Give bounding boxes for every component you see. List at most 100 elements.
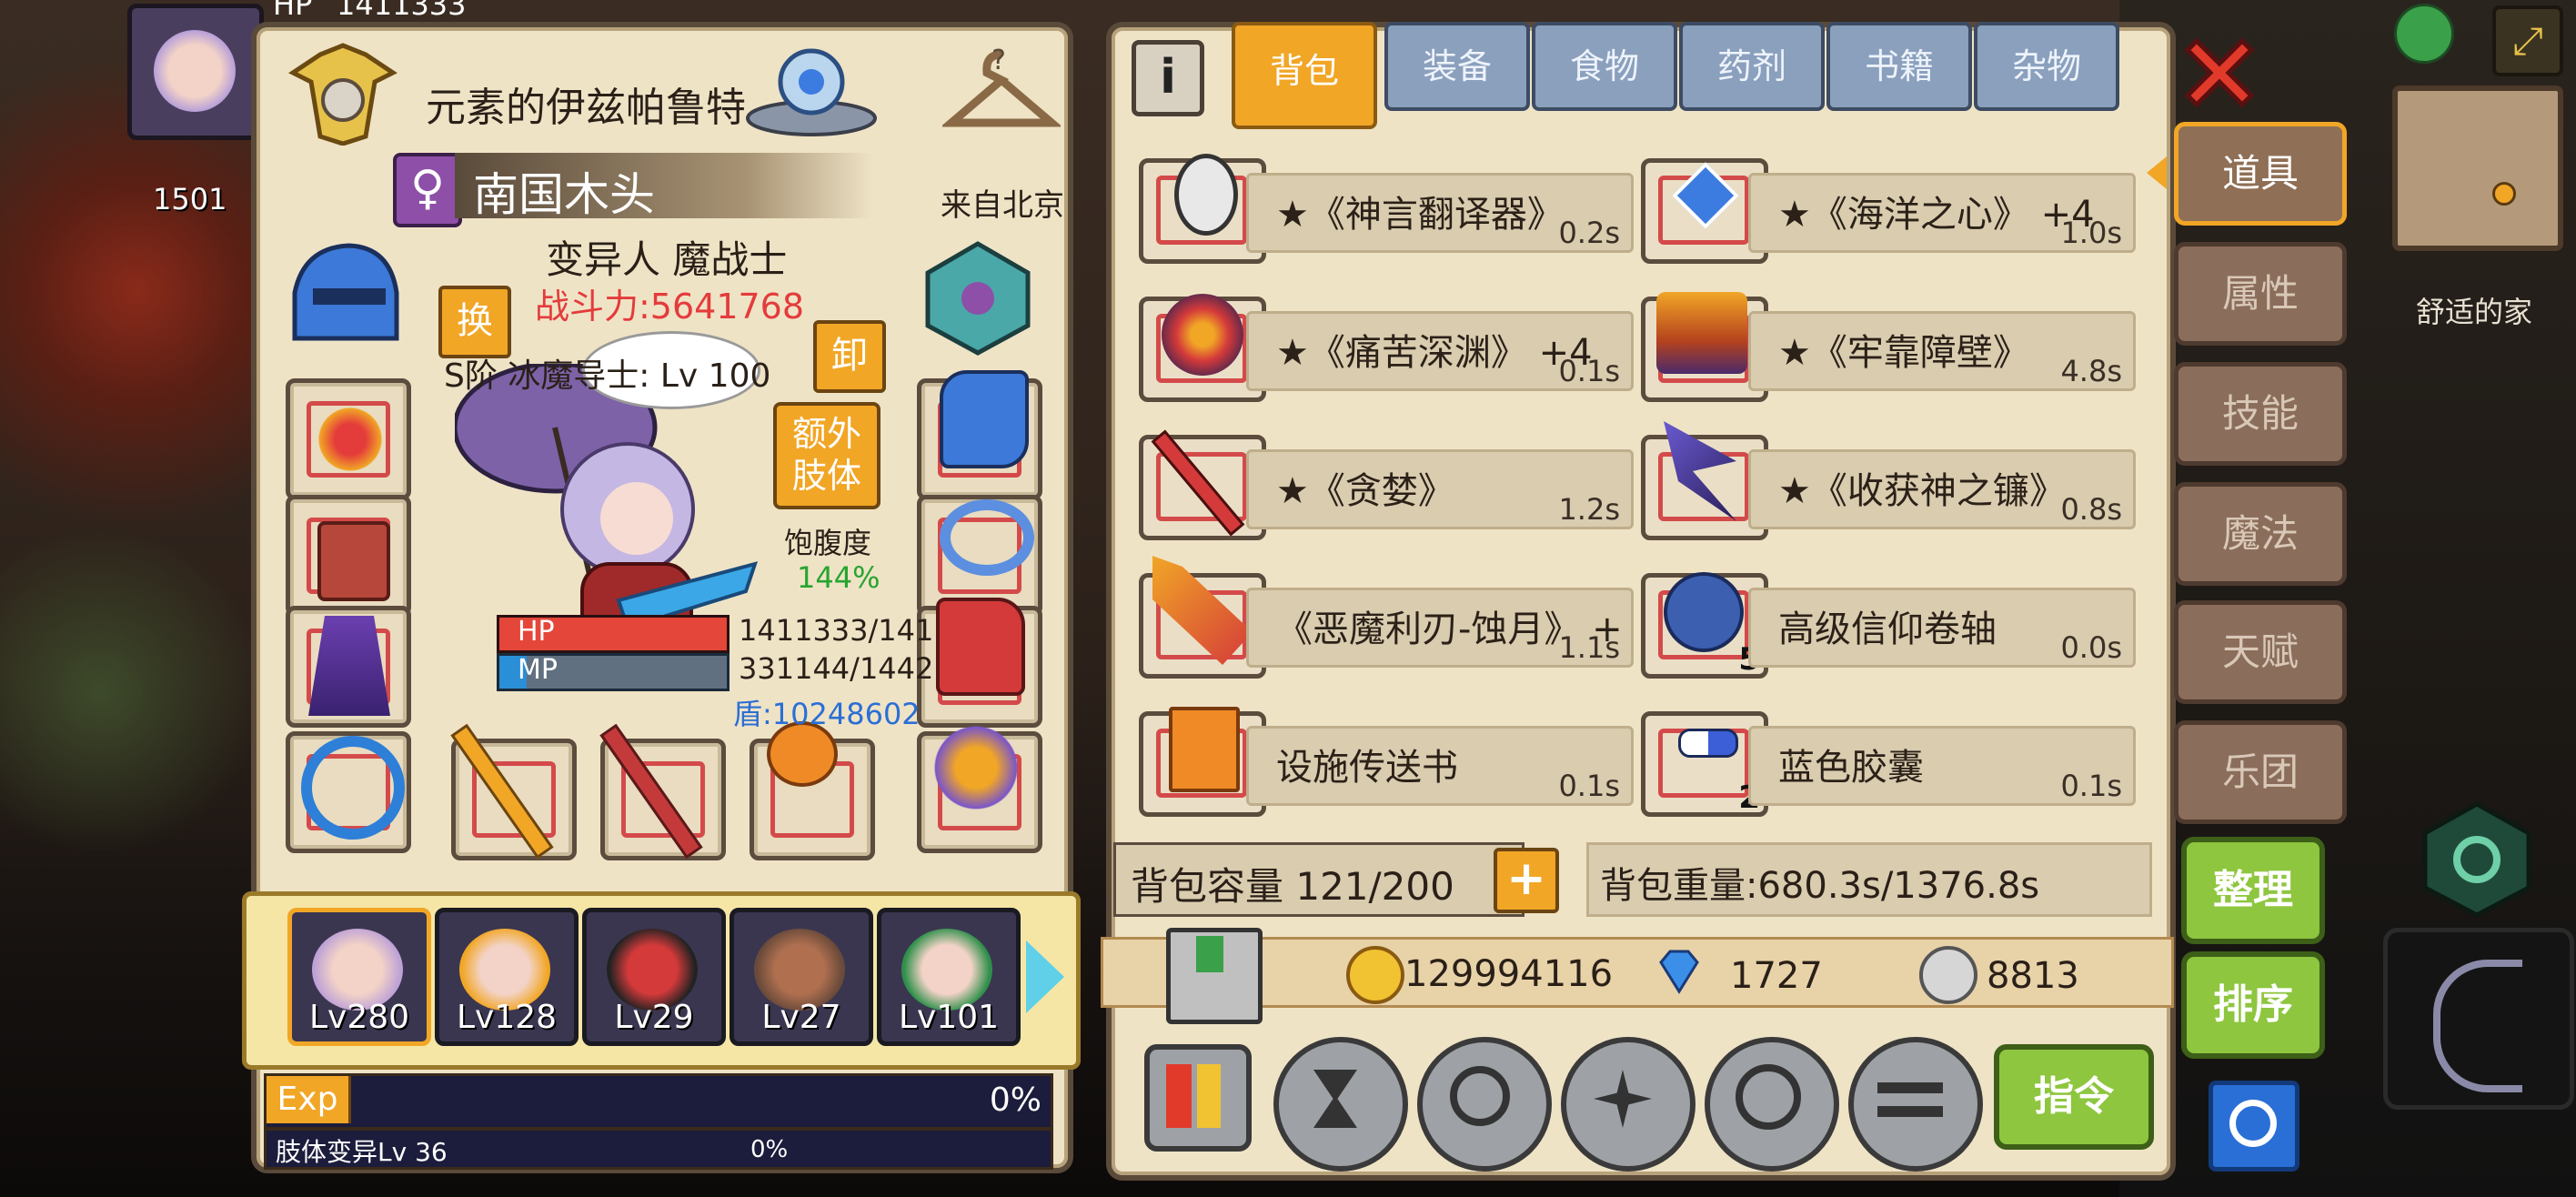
item-row[interactable]: ★《牢靠障壁》 4.8s (1641, 275, 2136, 402)
ring-right-icon (940, 499, 1034, 576)
gloves-slot[interactable] (917, 370, 1042, 500)
party-member[interactable]: Lv27 (730, 908, 873, 1046)
helmet-slot[interactable] (286, 238, 402, 351)
exit-fullscreen-icon[interactable]: ⤢ (2492, 5, 2563, 76)
ring-left-slot[interactable] (286, 731, 411, 853)
transfer-icon[interactable] (1848, 1037, 1983, 1172)
side-tab-skills[interactable]: 技能 (2174, 362, 2347, 466)
minimap-marker (2492, 182, 2516, 206)
cloak-slot[interactable] (286, 606, 411, 728)
item-row[interactable]: ★《神言翻译器》 0.2s (1139, 136, 1634, 264)
side-tab-attributes[interactable]: 属性 (2174, 242, 2347, 346)
hp-value: 1411333/141 (739, 613, 934, 648)
hanger-icon[interactable]: ? (940, 36, 1063, 140)
exp-bar: Exp 0% (264, 1073, 1053, 1130)
expand-capacity-button[interactable]: + (1494, 848, 1559, 913)
item-row[interactable]: 2 蓝色胶囊0.1s (1641, 689, 2136, 817)
mp-bar: MP (497, 653, 730, 691)
party-member[interactable]: Lv280 (287, 908, 431, 1046)
exp-label: Exp (267, 1076, 351, 1123)
sort-button[interactable]: 排序 (2181, 951, 2325, 1059)
item-row[interactable]: 《恶魔利刃-蚀月》 +1.1s (1139, 551, 1634, 679)
gem-slot[interactable] (919, 238, 1035, 356)
title-emblem-icon (284, 36, 402, 146)
extra-limb-button[interactable]: 额外肢体 (773, 402, 880, 509)
weapon-slot-1[interactable] (450, 723, 577, 860)
side-tab-band[interactable]: 乐团 (2174, 720, 2347, 824)
exp-value: 0% (989, 1081, 1041, 1119)
weapon-slot-3[interactable] (750, 721, 875, 860)
party-member[interactable]: Lv101 (877, 908, 1021, 1046)
tab-books[interactable]: 书籍 (1826, 22, 1972, 111)
zoom-search-icon[interactable] (2209, 1081, 2299, 1172)
close-icon[interactable] (2174, 27, 2265, 118)
bag-capacity: 背包容量 121/200 (1131, 864, 1454, 909)
download-icon[interactable] (1166, 928, 1263, 1024)
top-hp-value: 1411333 (337, 0, 467, 22)
weight-box: 背包重量:680.3s/1376.8s (1586, 842, 2152, 917)
organize-button[interactable]: 整理 (2181, 837, 2325, 944)
magnify-icon[interactable] (1417, 1037, 1552, 1172)
info-button[interactable]: i (1132, 40, 1204, 116)
boots-icon (936, 598, 1025, 696)
search-icon[interactable] (1705, 1037, 1839, 1172)
character-origin: 来自北京 (941, 187, 1064, 224)
network-icon[interactable] (2394, 4, 2454, 64)
party-member[interactable]: Lv29 (582, 908, 726, 1046)
tab-misc[interactable]: 杂物 (1974, 22, 2119, 111)
chest-slot[interactable] (286, 495, 411, 617)
title-gem-icon[interactable] (739, 36, 884, 140)
skill-gear-icon[interactable] (2418, 800, 2536, 919)
player-avatar[interactable] (127, 4, 264, 140)
hourglass-icon[interactable] (1273, 1037, 1408, 1172)
mp-bar-label: MP (518, 654, 558, 686)
shield-value: 盾:10248602 (733, 697, 921, 731)
fullness-label: 饱腹度 (784, 526, 872, 560)
capacity-box: 背包容量 121/200 (1113, 842, 1524, 917)
weapon-slot-2[interactable] (599, 723, 726, 860)
ring-left-icon (301, 736, 405, 840)
name-banner: 南国木头 (455, 153, 873, 221)
command-button[interactable]: 指令 (1994, 1044, 2154, 1150)
item-row[interactable]: 5 高级信仰卷轴0.0s (1641, 551, 2136, 679)
item-row[interactable]: ★《收获神之镰》 0.8s (1641, 413, 2136, 540)
item-row[interactable]: ★《贪婪》 1.2s (1139, 413, 1634, 540)
character-class: 变异人 魔战士 (546, 237, 788, 282)
chest-armor-icon (317, 521, 390, 601)
boots-slot[interactable] (917, 598, 1042, 728)
side-tab-magic[interactable]: 魔法 (2174, 482, 2347, 586)
home-label: 舒适的家 (2416, 295, 2533, 329)
shuriken-icon[interactable] (1561, 1037, 1696, 1172)
minimap[interactable] (2392, 86, 2563, 251)
number-sort-icon[interactable] (1144, 1044, 1252, 1152)
party-member[interactable]: Lv128 (435, 908, 579, 1046)
combat-power: 战斗力:5641768 (535, 287, 805, 327)
item-row[interactable]: 设施传送书 0.1s (1139, 689, 1634, 817)
limb-bar: 肢体变异Lv 36 0% (264, 1128, 1053, 1170)
swap-button[interactable]: 换 (438, 286, 511, 358)
svg-text:?: ? (991, 45, 1006, 76)
tab-food[interactable]: 食物 (1532, 22, 1677, 111)
extra-limb-label: 额外肢体 (791, 414, 861, 496)
accessory-slot[interactable] (917, 718, 1042, 853)
item-row[interactable]: ★《痛苦深渊》 +4 0.1s (1139, 275, 1634, 402)
gender-female-icon: ♀ (393, 153, 462, 227)
tab-equipment[interactable]: 装备 (1384, 22, 1530, 111)
unequip-button[interactable]: 卸 (813, 320, 886, 393)
tab-potion[interactable]: 药剂 (1679, 22, 1825, 111)
bow-skill-icon[interactable] (2383, 928, 2574, 1110)
necklace-slot[interactable] (286, 378, 411, 500)
silver-amount: 8813 (1987, 955, 2079, 997)
limb-label: 肢体变异Lv 36 (276, 1137, 448, 1167)
diamond-amount: 1727 (1730, 955, 1823, 997)
mp-value: 331144/1442 (739, 651, 934, 686)
tab-backpack[interactable]: 背包 (1232, 22, 1377, 129)
item-row[interactable]: ★《海洋之心》 +4 1.0s (1641, 136, 2136, 264)
party-next-arrow-icon[interactable] (1026, 940, 1064, 1013)
speech-text: S阶 冰魔导士: Lv 100 (444, 357, 771, 395)
accessory-icon (931, 718, 1021, 818)
hp-bar: HP (497, 615, 730, 653)
side-tab-talent[interactable]: 天赋 (2174, 600, 2347, 704)
diamond-icon (1654, 946, 1705, 997)
side-tab-items[interactable]: 道具 (2174, 122, 2347, 226)
